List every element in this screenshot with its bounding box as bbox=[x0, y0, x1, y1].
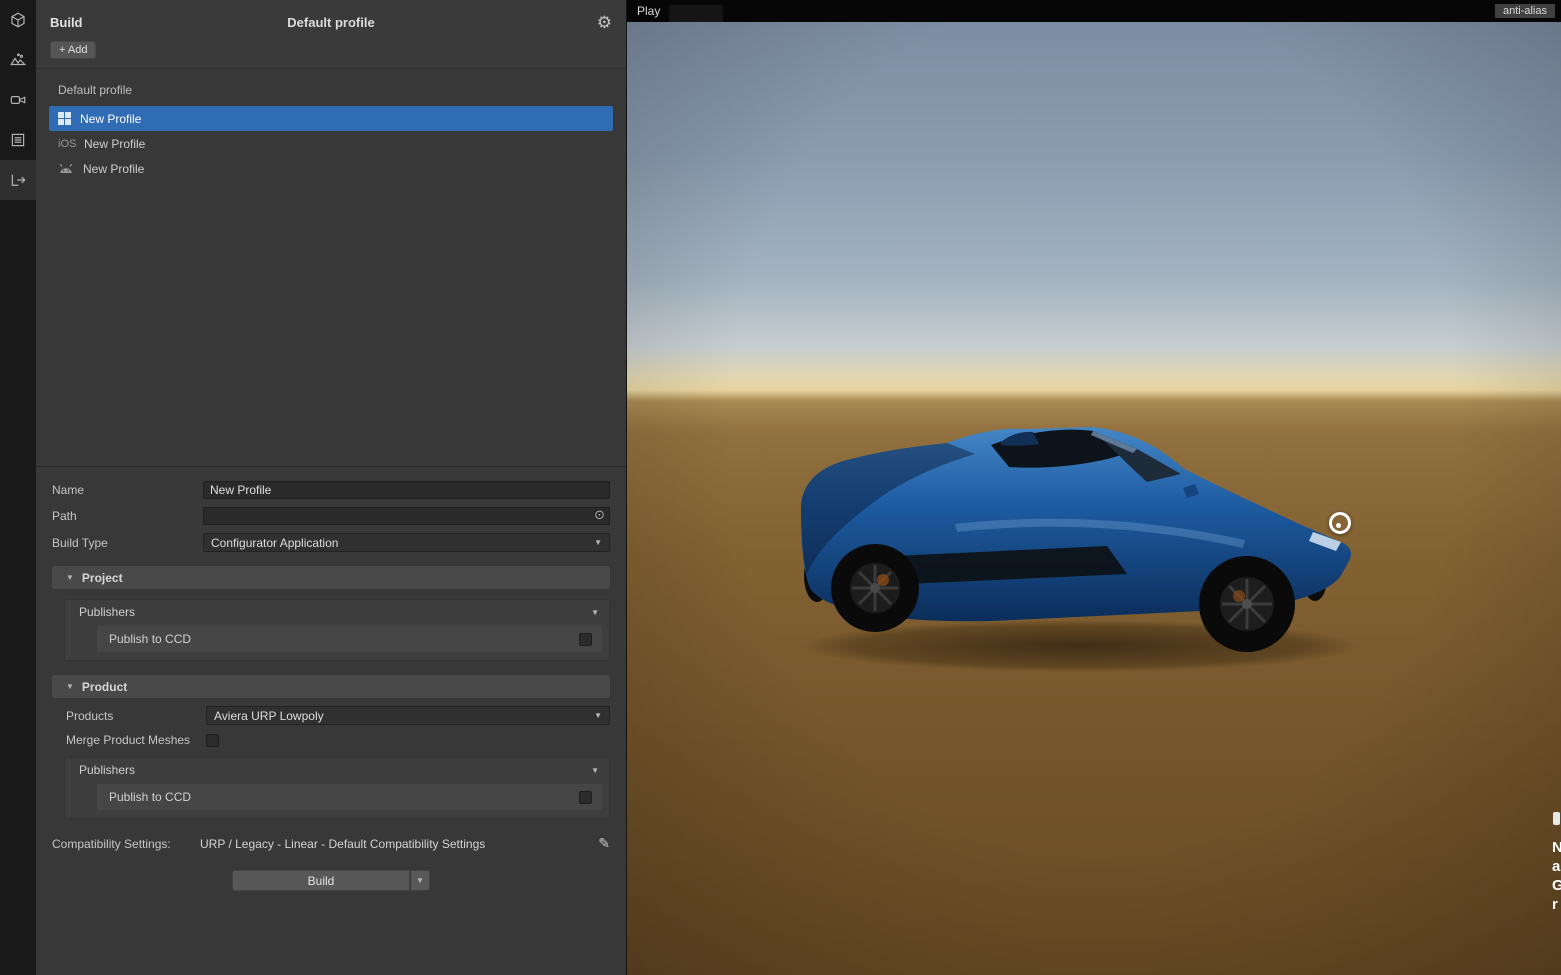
app-window: Default profile Build ⚙ + Add Default pr… bbox=[0, 0, 1561, 975]
viewport-tab-notch bbox=[669, 5, 723, 22]
products-dropdown[interactable]: Aviera URP Lowpoly ▼ bbox=[206, 706, 610, 725]
publish-to-ccd-checkbox[interactable] bbox=[579, 633, 592, 646]
panel-title: Build bbox=[50, 15, 83, 30]
notes-icon bbox=[9, 131, 27, 149]
camera-icon bbox=[9, 91, 27, 109]
product-publishers-header[interactable]: Publishers ▼ bbox=[65, 758, 609, 782]
project-publishers-box: Publishers ▼ Publish to CCD bbox=[64, 599, 610, 661]
build-button[interactable]: Build bbox=[232, 870, 410, 891]
package-tool-button[interactable] bbox=[0, 0, 36, 40]
edit-pencil-icon[interactable]: ✎ bbox=[598, 835, 610, 852]
chevron-down-icon: ▼ bbox=[594, 711, 602, 720]
profile-title: Default profile bbox=[50, 15, 612, 30]
publishers-label: Publishers bbox=[79, 605, 135, 619]
windows-icon bbox=[58, 112, 71, 125]
merge-meshes-label: Merge Product Meshes bbox=[66, 733, 206, 747]
viewport-topbar: Play anti-alias bbox=[627, 0, 1561, 22]
build-tool-button[interactable] bbox=[0, 160, 36, 200]
name-input[interactable] bbox=[203, 481, 610, 499]
publish-to-ccd-label: Publish to CCD bbox=[109, 790, 191, 804]
camera-tool-button[interactable] bbox=[0, 80, 36, 120]
play-tab[interactable]: Play bbox=[637, 4, 660, 18]
build-panel-header: Default profile Build ⚙ + Add bbox=[36, 0, 626, 68]
terrain-icon bbox=[9, 51, 27, 69]
chevron-down-icon: ▼ bbox=[591, 608, 599, 617]
chevron-down-icon: ▼ bbox=[591, 766, 599, 775]
android-icon bbox=[58, 162, 74, 176]
project-publishers-header[interactable]: Publishers ▼ bbox=[65, 600, 609, 624]
export-icon bbox=[9, 171, 27, 189]
object-picker-icon[interactable]: ⊙ bbox=[594, 507, 605, 523]
add-profile-button[interactable]: + Add bbox=[50, 41, 96, 59]
edge-overlay-text: r bbox=[1552, 895, 1558, 914]
foldout-arrow-icon: ▼ bbox=[66, 682, 74, 691]
project-section-label: Project bbox=[82, 571, 123, 585]
ios-icon: iOS bbox=[58, 138, 75, 150]
edge-overlay-text: N bbox=[1552, 838, 1561, 857]
edge-overlay-text: a bbox=[1552, 857, 1560, 876]
profile-item-ios[interactable]: iOS New Profile bbox=[49, 131, 613, 156]
profile-item-label: New Profile bbox=[83, 162, 144, 176]
path-input[interactable] bbox=[203, 507, 610, 525]
merge-meshes-checkbox[interactable] bbox=[206, 734, 219, 747]
edge-overlay: N a G r bbox=[1552, 812, 1561, 914]
publish-to-ccd-row: Publish to CCD bbox=[97, 784, 602, 810]
profile-item-windows[interactable]: New Profile bbox=[49, 106, 613, 131]
scene-3d[interactable] bbox=[627, 22, 1561, 975]
path-label: Path bbox=[52, 509, 203, 523]
products-label: Products bbox=[66, 709, 206, 723]
chevron-down-icon: ▼ bbox=[416, 876, 424, 885]
profile-form: Name Path ⊙ Build Type Configurator Appl… bbox=[36, 466, 626, 975]
build-dropdown-button[interactable]: ▼ bbox=[410, 870, 430, 891]
chevron-down-icon: ▼ bbox=[594, 538, 602, 547]
car-3d-model bbox=[795, 414, 1360, 679]
activity-bar bbox=[0, 0, 36, 975]
profile-item-android[interactable]: New Profile bbox=[49, 156, 613, 181]
publish-to-ccd-checkbox[interactable] bbox=[579, 791, 592, 804]
profile-item-label: New Profile bbox=[84, 137, 145, 151]
product-section-header[interactable]: ▼ Product bbox=[52, 675, 610, 698]
build-type-label: Build Type bbox=[52, 536, 203, 550]
build-type-value: Configurator Application bbox=[211, 536, 338, 550]
publish-to-ccd-row: Publish to CCD bbox=[97, 626, 602, 652]
build-panel: Default profile Build ⚙ + Add Default pr… bbox=[36, 0, 627, 975]
hotspot-marker[interactable] bbox=[1329, 512, 1351, 534]
foldout-arrow-icon: ▼ bbox=[66, 573, 74, 582]
terrain-tool-button[interactable] bbox=[0, 40, 36, 80]
gear-icon[interactable]: ⚙ bbox=[597, 14, 612, 31]
anti-alias-badge[interactable]: anti-alias bbox=[1495, 4, 1555, 18]
products-value: Aviera URP Lowpoly bbox=[214, 709, 324, 723]
project-section-header[interactable]: ▼ Project bbox=[52, 566, 610, 589]
product-publishers-box: Publishers ▼ Publish to CCD bbox=[64, 757, 610, 819]
package-icon bbox=[9, 11, 27, 29]
profile-group-label: Default profile bbox=[36, 79, 626, 106]
viewport: Play anti-alias bbox=[627, 0, 1561, 975]
publishers-label: Publishers bbox=[79, 763, 135, 777]
profile-item-label: New Profile bbox=[80, 112, 141, 126]
name-label: Name bbox=[52, 483, 203, 497]
edge-overlay-button bbox=[1553, 812, 1560, 825]
profile-list: Default profile New Profile iOS New Prof… bbox=[36, 68, 626, 466]
publish-to-ccd-label: Publish to CCD bbox=[109, 632, 191, 646]
notes-tool-button[interactable] bbox=[0, 120, 36, 160]
build-type-dropdown[interactable]: Configurator Application ▼ bbox=[203, 533, 610, 552]
compatibility-label: Compatibility Settings: bbox=[52, 837, 200, 851]
compatibility-value: URP / Legacy - Linear - Default Compatib… bbox=[200, 837, 485, 851]
edge-overlay-text: G bbox=[1552, 876, 1561, 895]
product-section-label: Product bbox=[82, 680, 127, 694]
build-button-label: Build bbox=[308, 874, 335, 888]
